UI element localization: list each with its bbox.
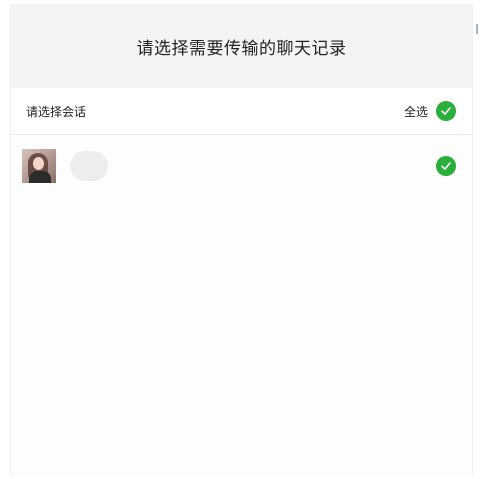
select-all-label: 全选 [403, 104, 428, 119]
conversation-info [22, 149, 108, 183]
avatar-body [29, 171, 51, 183]
select-conversation-label: 请选择会话 [26, 104, 87, 119]
window-edge-mark [476, 24, 478, 34]
conversation-row[interactable] [11, 135, 472, 197]
select-all-check-icon[interactable] [436, 101, 456, 121]
page-title: 请选择需要传输的聊天记录 [136, 38, 347, 59]
select-conversation-bar: 请选择会话 全选 [11, 88, 472, 135]
conversation-check-icon[interactable] [436, 156, 456, 176]
check-icon [441, 162, 451, 170]
select-all-toggle[interactable]: 全选 [404, 101, 456, 121]
transfer-chat-window: 请选择需要传输的聊天记录 请选择会话 全选 [10, 4, 473, 476]
avatar-face [33, 157, 44, 170]
check-icon [441, 107, 451, 115]
avatar [22, 149, 56, 183]
window-header: 请选择需要传输的聊天记录 [11, 4, 472, 88]
conversation-name-redacted [70, 151, 108, 181]
conversation-list [11, 135, 472, 197]
